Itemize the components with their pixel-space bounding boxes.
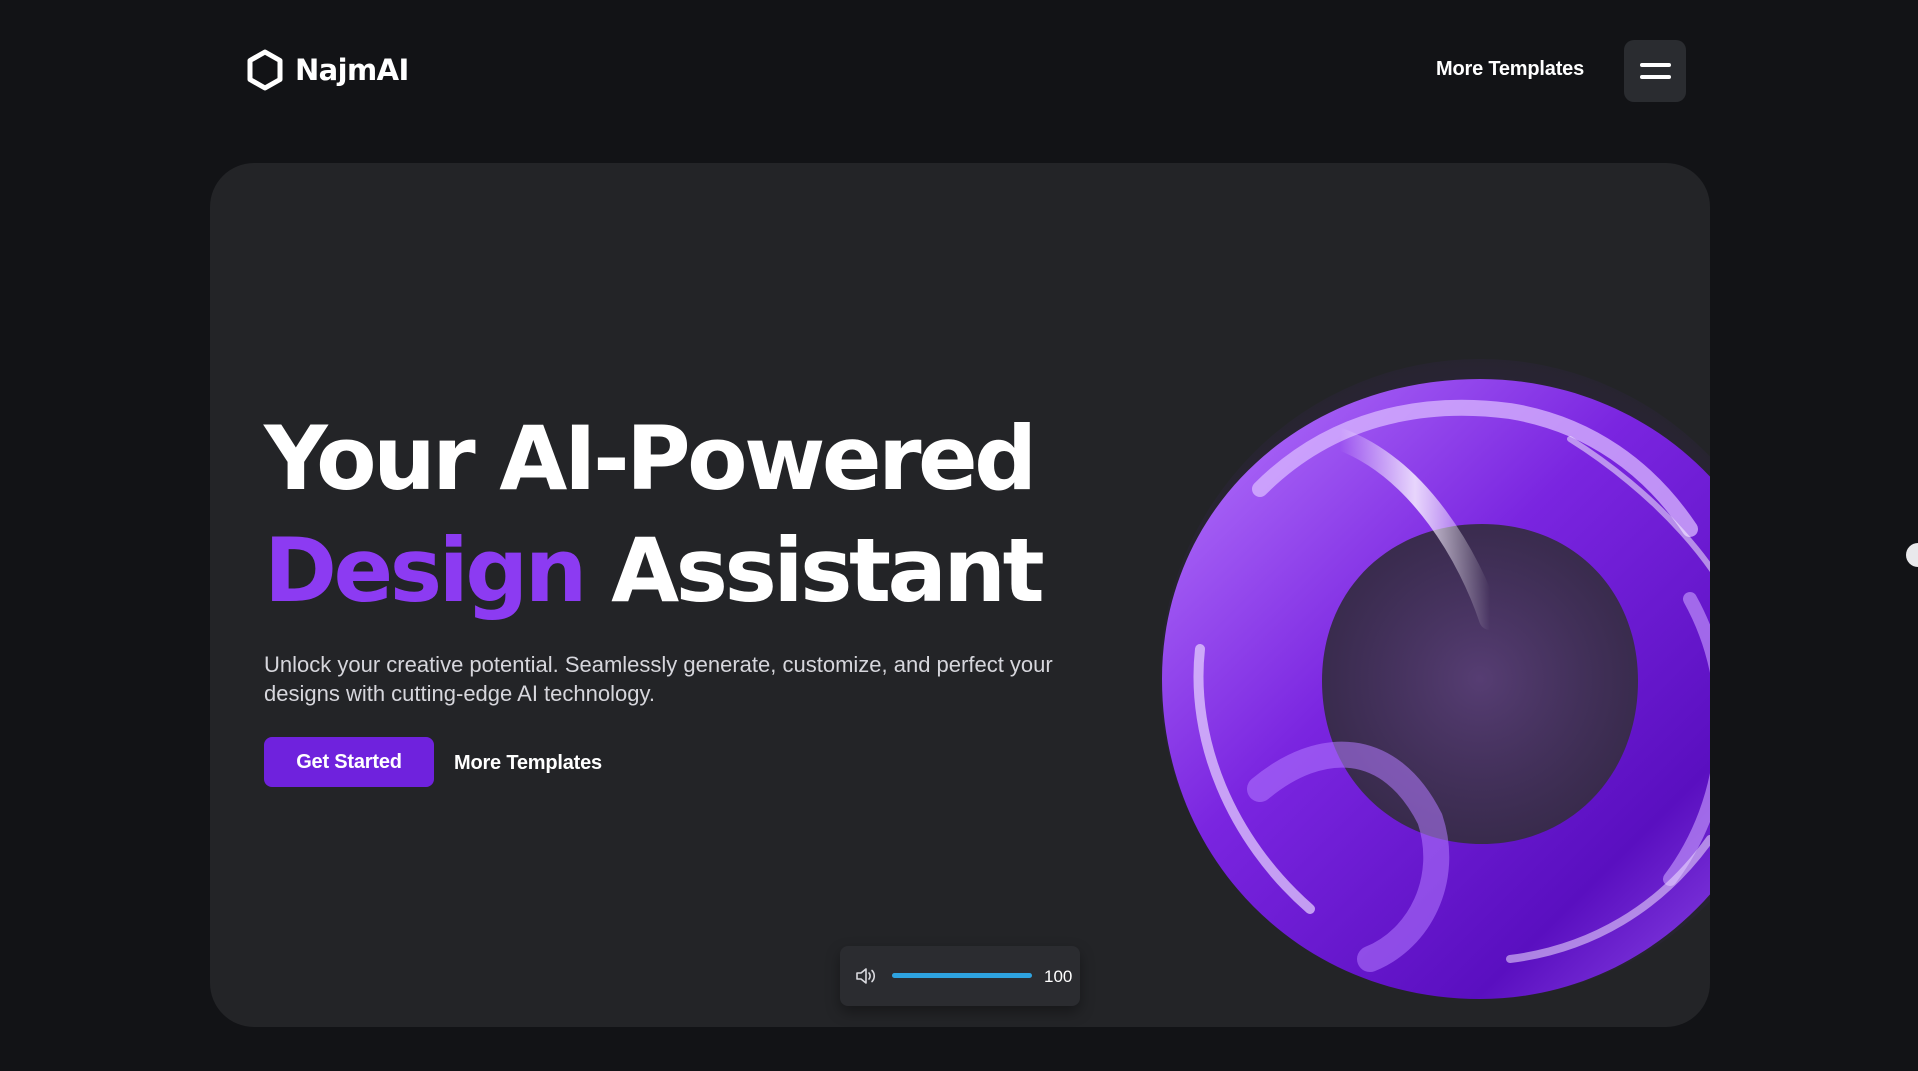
menu-button[interactable]	[1624, 40, 1686, 102]
purple-glass-torus-image	[1160, 359, 1710, 999]
hero-more-templates-link[interactable]: More Templates	[454, 752, 602, 775]
volume-slider[interactable]	[892, 973, 1032, 978]
volume-control: 100	[840, 946, 1080, 1006]
nav-more-templates-link[interactable]: More Templates	[1436, 58, 1584, 81]
volume-value: 100	[1044, 967, 1073, 986]
hero-title-rest: Assistant	[611, 519, 1045, 622]
hero-title-line-1: Your AI-Powered	[264, 407, 1037, 510]
hero-title-accent: Design	[264, 519, 587, 622]
hero-title: Your AI-Powered Design Assistant	[264, 403, 1045, 627]
hero-title-line-2: Design Assistant	[264, 515, 1045, 627]
hamburger-menu-icon	[1640, 63, 1671, 67]
hamburger-menu-icon-bar	[1640, 75, 1671, 79]
side-scroll-handle[interactable]	[1906, 543, 1918, 567]
hexagon-icon	[247, 49, 283, 91]
hero-subtitle: Unlock your creative potential. Seamless…	[264, 652, 1053, 706]
brand-logo[interactable]: NajmAI	[245, 48, 409, 92]
hero-card: Your AI-Powered Design Assistant Unlock …	[210, 163, 1710, 1027]
speaker-icon[interactable]	[854, 965, 878, 987]
brand-name: NajmAI	[295, 53, 409, 87]
site-header: NajmAI More Templates	[0, 0, 1918, 150]
volume-slider-fill	[892, 973, 1032, 978]
get-started-button[interactable]: Get Started	[264, 737, 434, 787]
